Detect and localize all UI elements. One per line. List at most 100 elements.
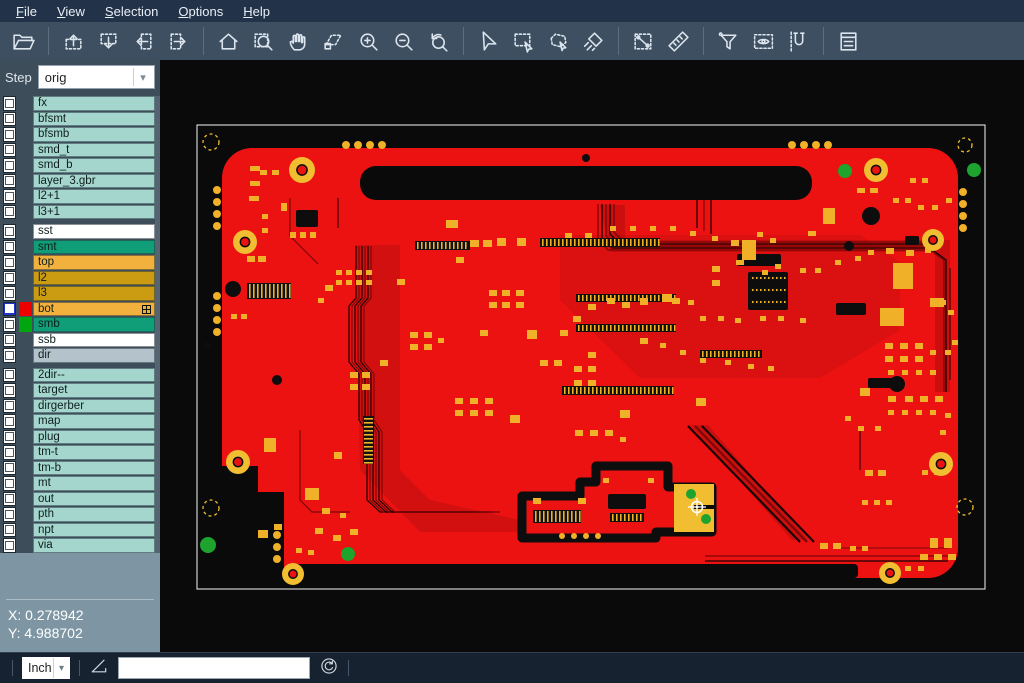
layer-checkbox[interactable] bbox=[3, 507, 16, 522]
layer-row-fx[interactable]: fx bbox=[0, 96, 160, 111]
layer-checkbox[interactable] bbox=[3, 255, 16, 270]
layer-name[interactable]: tm-b bbox=[33, 461, 155, 476]
layer-checkbox[interactable] bbox=[3, 143, 16, 158]
menu-help[interactable]: Help bbox=[233, 2, 280, 21]
shift-left-button[interactable] bbox=[126, 25, 161, 57]
layer-name[interactable]: dir bbox=[33, 348, 155, 363]
zoom-out-button[interactable] bbox=[386, 25, 421, 57]
layer-name[interactable]: plug bbox=[33, 430, 155, 445]
layer-checkbox[interactable] bbox=[3, 317, 16, 332]
layer-row-plug[interactable]: plug bbox=[0, 430, 160, 445]
layer-row-pth[interactable]: pth bbox=[0, 507, 160, 522]
menu-view[interactable]: View bbox=[47, 2, 95, 21]
layer-name[interactable]: fx bbox=[33, 96, 155, 111]
layer-name[interactable]: 2dir-- bbox=[33, 368, 155, 383]
layer-row-smd_b[interactable]: smd_b bbox=[0, 158, 160, 173]
layer-checkbox[interactable] bbox=[3, 399, 16, 414]
layer-checkbox[interactable] bbox=[3, 205, 16, 220]
measure-distance-button[interactable] bbox=[626, 25, 661, 57]
layer-checkbox[interactable] bbox=[3, 224, 16, 239]
layer-checkbox[interactable] bbox=[3, 240, 16, 255]
layer-checkbox[interactable] bbox=[3, 430, 16, 445]
layer-name[interactable]: smd_b bbox=[33, 158, 155, 173]
ruler-button[interactable] bbox=[661, 25, 696, 57]
layer-row-map[interactable]: map bbox=[0, 414, 160, 429]
layer-checkbox[interactable] bbox=[3, 414, 16, 429]
filter-button[interactable] bbox=[711, 25, 746, 57]
layer-checkbox[interactable] bbox=[3, 333, 16, 348]
layer-row-npt[interactable]: npt bbox=[0, 523, 160, 538]
layer-row-smd_t[interactable]: smd_t bbox=[0, 143, 160, 158]
layer-name[interactable]: top bbox=[33, 255, 155, 270]
layer-name[interactable]: via bbox=[33, 538, 155, 553]
command-input[interactable] bbox=[118, 657, 310, 679]
layer-name[interactable]: mt bbox=[33, 476, 155, 491]
menu-selection[interactable]: Selection bbox=[95, 2, 168, 21]
layer-name[interactable]: bot bbox=[33, 302, 155, 317]
zoom-in-button[interactable] bbox=[351, 25, 386, 57]
layer-checkbox[interactable] bbox=[3, 461, 16, 476]
snap-button[interactable] bbox=[781, 25, 816, 57]
layer-name[interactable]: pth bbox=[33, 507, 155, 522]
zoom-window-button[interactable] bbox=[246, 25, 281, 57]
layer-color-swatch[interactable] bbox=[19, 317, 32, 332]
layer-checkbox[interactable] bbox=[3, 286, 16, 301]
layer-name[interactable]: smt bbox=[33, 240, 155, 255]
layer-list-scrollbar[interactable] bbox=[155, 96, 160, 566]
layer-checkbox[interactable] bbox=[3, 368, 16, 383]
layer-name[interactable]: map bbox=[33, 414, 155, 429]
layer-name[interactable]: l2+1 bbox=[33, 189, 155, 204]
zoom-object-button[interactable] bbox=[316, 25, 351, 57]
layer-checkbox[interactable] bbox=[3, 158, 16, 173]
report-button[interactable] bbox=[831, 25, 866, 57]
layer-name[interactable]: tm-t bbox=[33, 445, 155, 460]
layer-checkbox[interactable] bbox=[3, 348, 16, 363]
layer-color-swatch[interactable] bbox=[19, 302, 32, 317]
layer-row-smb[interactable]: smb bbox=[0, 317, 160, 332]
layer-row-l3+1[interactable]: l3+1 bbox=[0, 205, 160, 220]
layer-checkbox[interactable] bbox=[3, 127, 16, 142]
layer-row-tm-t[interactable]: tm-t bbox=[0, 445, 160, 460]
layer-row-layer_3.gbr[interactable]: layer_3.gbr bbox=[0, 174, 160, 189]
layer-checkbox[interactable] bbox=[3, 174, 16, 189]
layer-name[interactable]: sst bbox=[33, 224, 155, 239]
layer-checkbox[interactable] bbox=[3, 96, 16, 111]
angle-measure-icon[interactable] bbox=[89, 656, 109, 681]
shift-up-button[interactable] bbox=[56, 25, 91, 57]
layer-checkbox[interactable] bbox=[3, 523, 16, 538]
step-select[interactable]: orig ▾ bbox=[38, 65, 155, 89]
shift-right-button[interactable] bbox=[161, 25, 196, 57]
layer-name[interactable]: l3 bbox=[33, 286, 155, 301]
layer-row-2dir--[interactable]: 2dir-- bbox=[0, 368, 160, 383]
view-area-button[interactable] bbox=[746, 25, 781, 57]
layer-checkbox[interactable] bbox=[3, 476, 16, 491]
layer-checkbox[interactable] bbox=[3, 383, 16, 398]
layer-row-mt[interactable]: mt bbox=[0, 476, 160, 491]
home-button[interactable] bbox=[211, 25, 246, 57]
layer-row-target[interactable]: target bbox=[0, 383, 160, 398]
layer-name[interactable]: smd_t bbox=[33, 143, 155, 158]
layer-row-bfsmb[interactable]: bfsmb bbox=[0, 127, 160, 142]
layer-checkbox[interactable] bbox=[3, 445, 16, 460]
layer-row-via[interactable]: via bbox=[0, 538, 160, 553]
layer-checkbox[interactable] bbox=[3, 302, 16, 317]
layer-row-bot[interactable]: bot bbox=[0, 302, 160, 317]
layer-row-tm-b[interactable]: tm-b bbox=[0, 461, 160, 476]
menu-file[interactable]: File bbox=[6, 2, 47, 21]
layer-row-out[interactable]: out bbox=[0, 492, 160, 507]
layer-row-bfsmt[interactable]: bfsmt bbox=[0, 112, 160, 127]
layer-name[interactable]: dirgerber bbox=[33, 399, 155, 414]
pan-hand-button[interactable] bbox=[281, 25, 316, 57]
layer-checkbox[interactable] bbox=[3, 189, 16, 204]
layer-checkbox[interactable] bbox=[3, 538, 16, 553]
layer-checkbox[interactable] bbox=[3, 112, 16, 127]
layer-name[interactable]: layer_3.gbr bbox=[33, 174, 155, 189]
select-rect-button[interactable] bbox=[506, 25, 541, 57]
layer-name[interactable]: bfsmb bbox=[33, 127, 155, 142]
open-folder-button[interactable] bbox=[6, 25, 41, 57]
layer-name[interactable]: ssb bbox=[33, 333, 155, 348]
layer-name[interactable]: l3+1 bbox=[33, 205, 155, 220]
layer-name[interactable]: out bbox=[33, 492, 155, 507]
refresh-icon[interactable] bbox=[319, 656, 339, 681]
layer-name[interactable]: l2 bbox=[33, 271, 155, 286]
